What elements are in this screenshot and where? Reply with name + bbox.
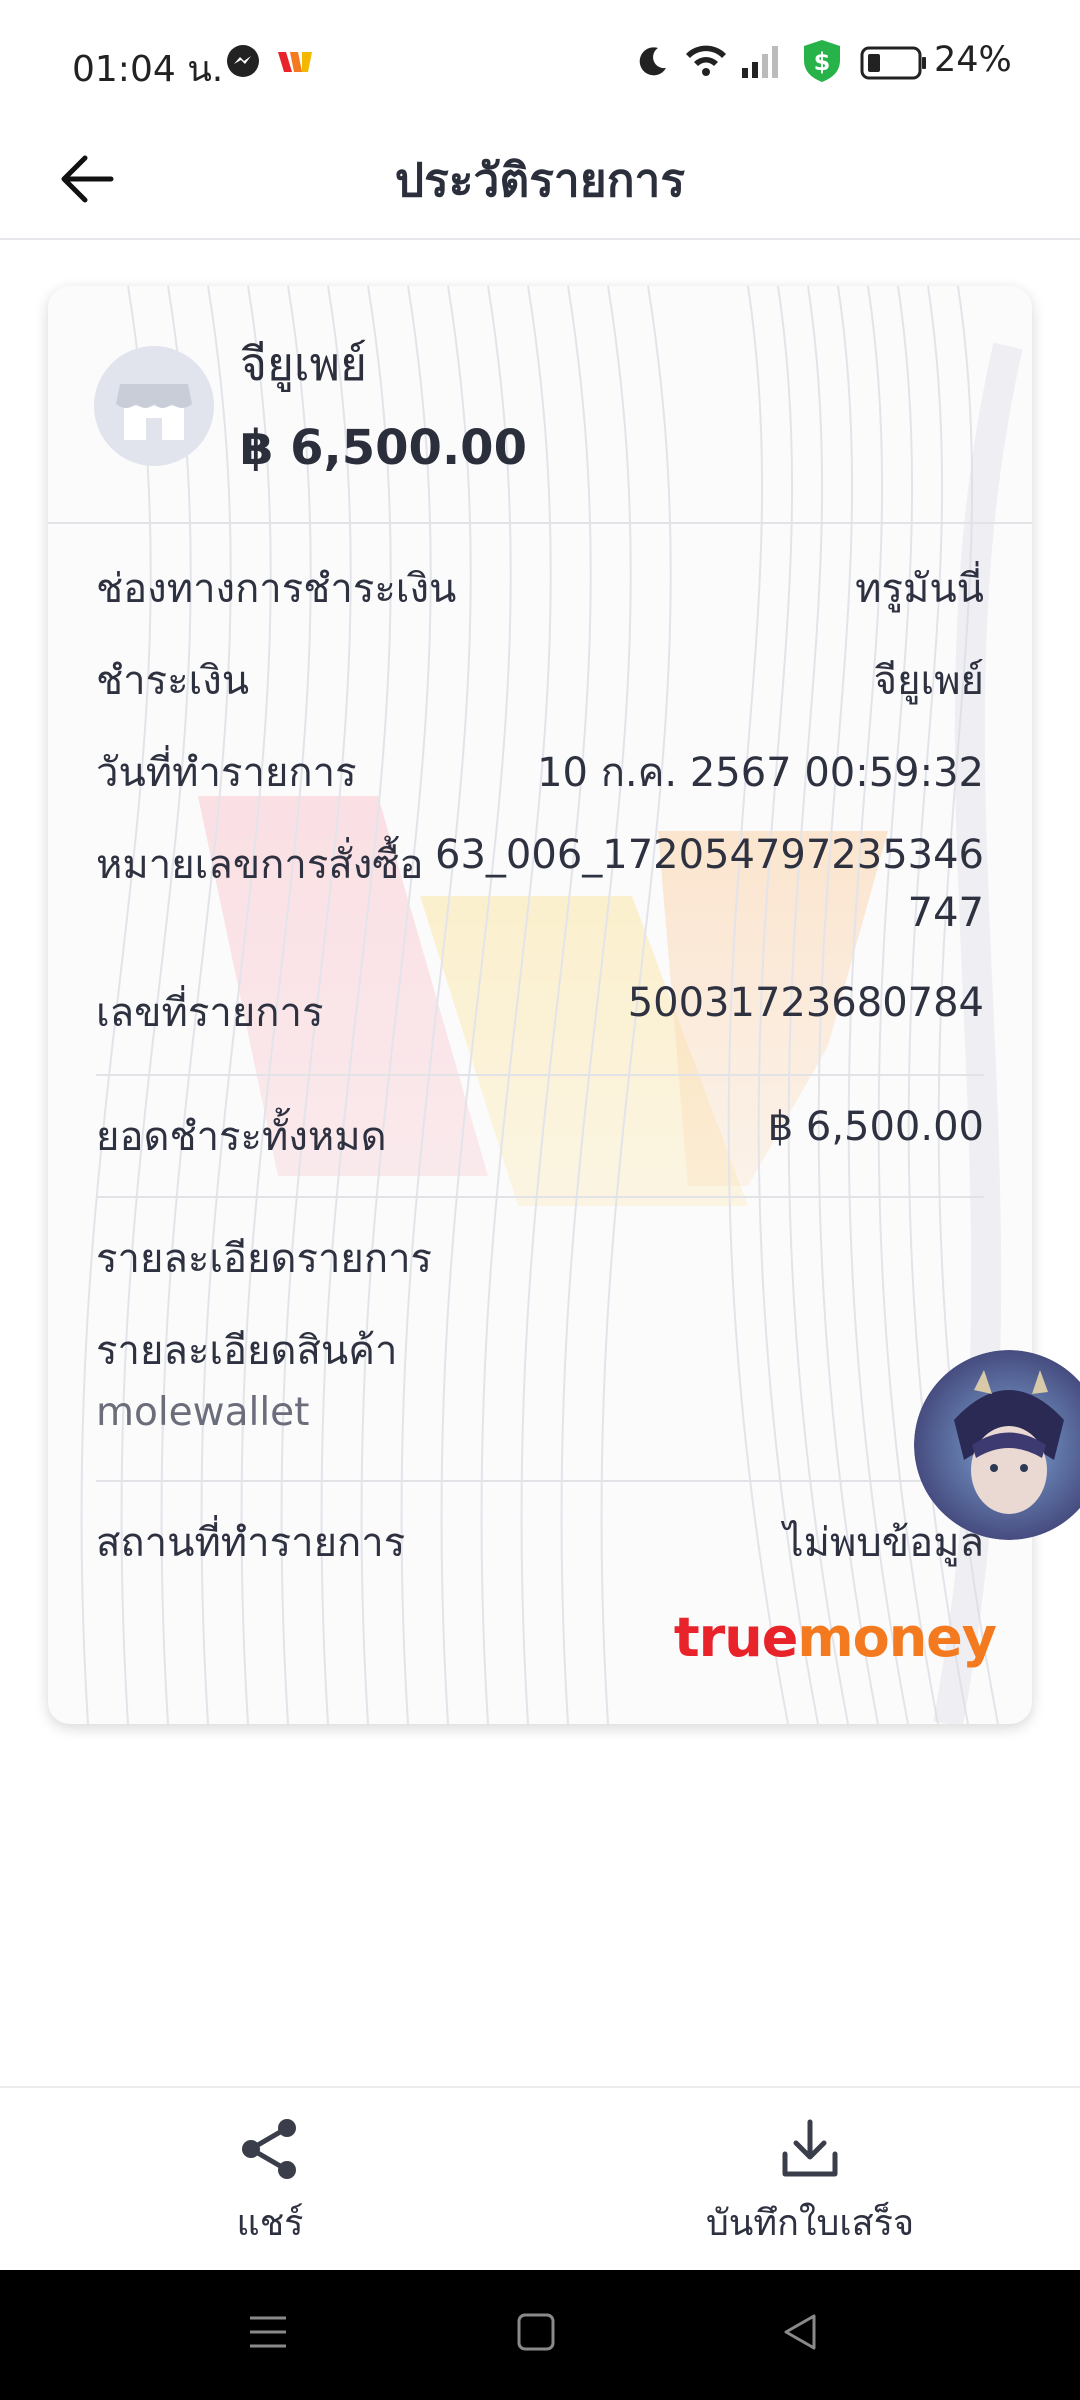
transaction-number-label: เลขที่รายการ [96, 990, 324, 1036]
save-receipt-button[interactable]: บันทึกใบเสร็จ [690, 2116, 930, 2251]
truemoney-logo: truemoney [673, 1606, 997, 1669]
signal-icon [742, 46, 778, 78]
divider [96, 1480, 984, 1482]
total-label: ยอดชำระทั้งหมด [96, 1114, 387, 1160]
merchant-avatar [94, 346, 214, 466]
product-details-label: รายละเอียดสินค้า [96, 1328, 398, 1374]
paid-to-value: จียูเพย์ [873, 658, 984, 704]
shield-dollar-icon: $ [804, 40, 840, 82]
transaction-details-heading: รายละเอียดรายการ [96, 1236, 433, 1282]
logo-money: money [797, 1606, 997, 1669]
product-details-value: molewallet [96, 1390, 310, 1435]
status-time: 01:04 น. [72, 49, 224, 90]
battery-percentage: 24% [934, 40, 1012, 80]
app-header: ประวัติรายการ [0, 120, 1080, 240]
transaction-card: จียูเพย์ ฿ 6,500.00 ช่องทางการชำระเงิน ท… [48, 286, 1032, 1724]
messenger-icon [227, 45, 259, 77]
divider [96, 1074, 984, 1076]
merchant-name: จียูเพย์ [240, 337, 367, 391]
moon-icon [639, 47, 666, 76]
paid-to-label: ชำระเงิน [96, 658, 250, 704]
svg-text:$: $ [814, 48, 831, 76]
payment-channel-label: ช่องทางการชำระเงิน [96, 566, 457, 612]
logo-true: true [673, 1606, 799, 1669]
home-square-icon[interactable] [514, 2310, 558, 2354]
save-receipt-label: บันทึกใบเสร็จ [705, 2203, 915, 2244]
status-bar: 01:04 น. $ 24% [0, 0, 1080, 120]
order-number-value-line2: 747 [907, 890, 984, 936]
merchant-amount: ฿ 6,500.00 [240, 420, 527, 476]
bottom-action-bar: แชร์ บันทึกใบเสร็จ [0, 2086, 1080, 2272]
order-number-label: หมายเลขการสั่งซื้อ [96, 842, 424, 888]
share-label: แชร์ [236, 2203, 304, 2244]
location-label: สถานที่ทำรายการ [96, 1520, 406, 1566]
total-value: ฿ 6,500.00 [767, 1104, 984, 1150]
download-icon [782, 2119, 838, 2177]
order-number-value-line1: 63_006_172054797235346 [435, 832, 984, 878]
divider [96, 1196, 984, 1198]
transaction-number-value: 50031723680784 [627, 980, 984, 1026]
wifi-icon [686, 45, 726, 76]
share-icon [242, 2119, 296, 2179]
payment-channel-value: ทรูมันนี่ [855, 566, 984, 612]
transaction-date-label: วันที่ทำรายการ [96, 750, 357, 796]
header-divider [48, 522, 1032, 524]
menu-icon[interactable] [246, 2310, 290, 2354]
transaction-date-value: 10 ก.ค. 2567 00:59:32 [537, 750, 984, 796]
store-icon [116, 384, 192, 440]
share-button[interactable]: แชร์ [190, 2116, 350, 2251]
system-nav-bar [0, 2270, 1080, 2400]
app-icon [278, 52, 312, 72]
back-triangle-icon[interactable] [778, 2310, 822, 2354]
battery-icon [860, 46, 926, 80]
page-title: ประวัติรายการ [394, 153, 686, 207]
